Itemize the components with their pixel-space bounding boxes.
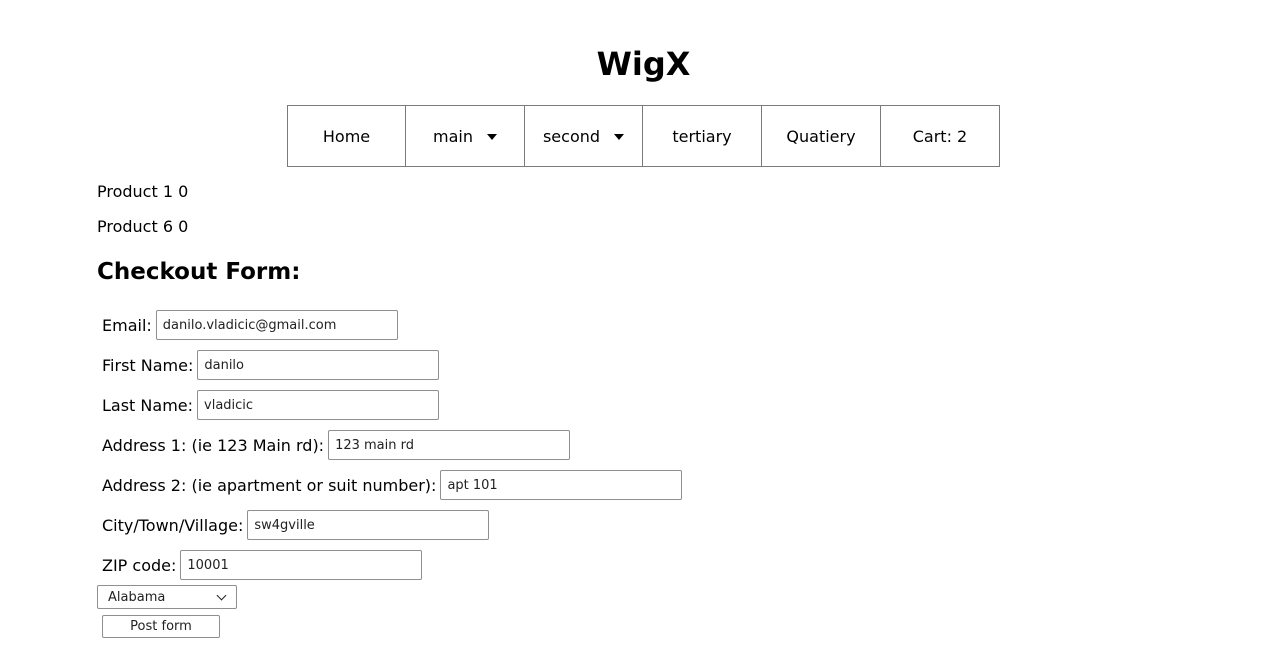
address1-row: Address 1: (ie 123 Main rd): xyxy=(102,430,571,460)
product-line: Product 1 0 xyxy=(97,182,189,201)
last-name-field[interactable] xyxy=(197,390,440,420)
city-label: City/Town/Village: xyxy=(102,515,244,535)
nav-item-label: Home xyxy=(322,126,371,146)
product-line: Product 6 0 xyxy=(97,217,189,236)
city-row: City/Town/Village: xyxy=(102,510,490,540)
email-field[interactable] xyxy=(155,310,398,340)
nav-item-label: tertiary xyxy=(672,126,732,146)
nav-item-quatiery[interactable]: Quatiery xyxy=(762,106,881,166)
last-name-label: Last Name: xyxy=(102,395,194,415)
nav-item-label: Quatiery xyxy=(786,126,856,146)
caret-down-icon xyxy=(486,134,497,140)
nav-item-label: main xyxy=(433,126,473,146)
chevron-down-icon xyxy=(216,590,227,601)
main-nav: Home main second tertiary Quatiery Cart:… xyxy=(287,105,1000,167)
state-select-value: Alabama xyxy=(108,589,166,605)
first-name-row: First Name: xyxy=(102,350,440,380)
address1-label: Address 1: (ie 123 Main rd): xyxy=(102,435,325,455)
first-name-label: First Name: xyxy=(102,355,194,375)
state-select[interactable]: Alabama xyxy=(97,585,237,609)
nav-item-main[interactable]: main xyxy=(406,106,525,166)
caret-down-icon xyxy=(614,134,625,140)
nav-item-cart[interactable]: Cart: 2 xyxy=(881,106,1000,166)
checkout-form-heading: Checkout Form: xyxy=(97,259,301,285)
address2-label: Address 2: (ie apartment or suit number)… xyxy=(102,475,437,495)
first-name-field[interactable] xyxy=(197,350,440,380)
zip-label: ZIP code: xyxy=(102,555,177,575)
nav-item-home[interactable]: Home xyxy=(288,106,406,166)
email-row: Email: xyxy=(102,310,398,340)
cart-count-label: Cart: 2 xyxy=(912,126,968,146)
post-form-button[interactable]: Post form xyxy=(102,615,220,638)
last-name-row: Last Name: xyxy=(102,390,440,420)
email-label: Email: xyxy=(102,315,152,335)
address1-field[interactable] xyxy=(328,430,571,460)
nav-item-label: second xyxy=(542,126,601,146)
address2-field[interactable] xyxy=(440,470,683,500)
city-field[interactable] xyxy=(247,510,490,540)
nav-item-tertiary[interactable]: tertiary xyxy=(643,106,762,166)
address2-row: Address 2: (ie apartment or suit number)… xyxy=(102,470,683,500)
zip-field[interactable] xyxy=(180,550,423,580)
zip-row: ZIP code: xyxy=(102,550,423,580)
site-title: WigX xyxy=(596,45,691,83)
nav-item-second[interactable]: second xyxy=(525,106,643,166)
